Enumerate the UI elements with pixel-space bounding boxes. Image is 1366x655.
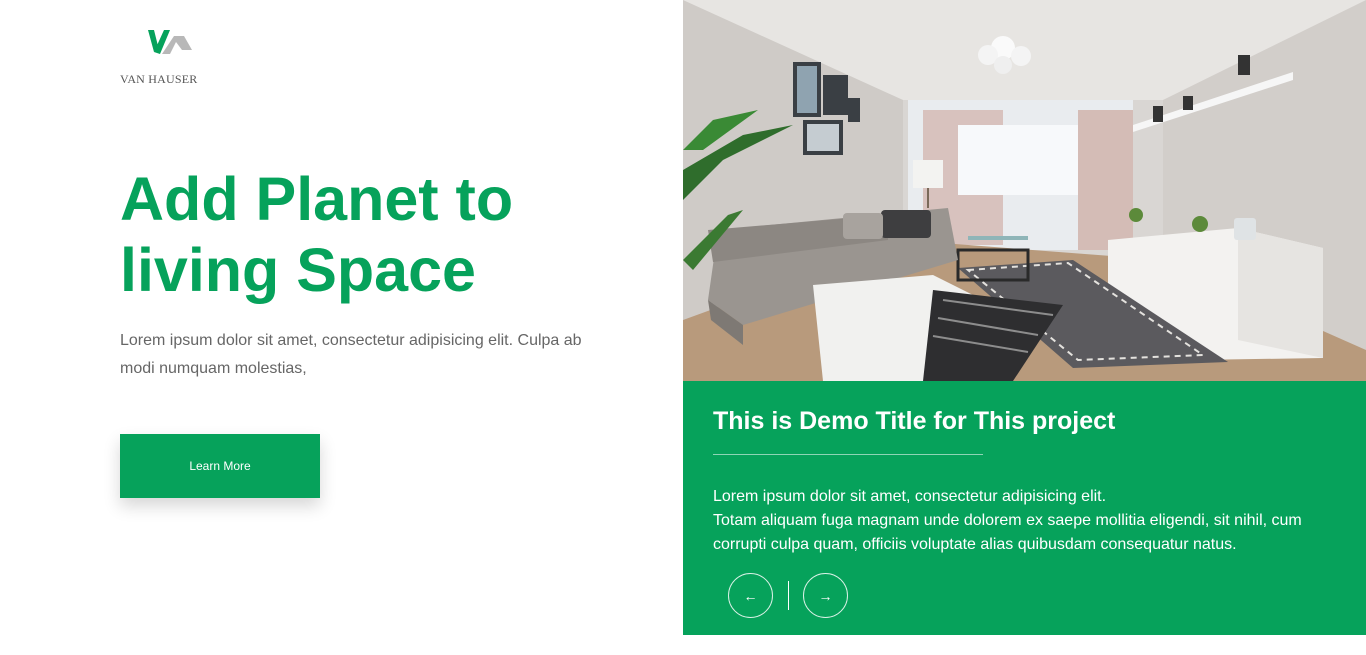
arrow-left-icon: ← (743, 587, 758, 604)
previous-slide-button[interactable]: ← (728, 573, 773, 618)
hero-title-line1: Add Planet to (120, 165, 514, 233)
living-room-photo (683, 0, 1366, 381)
hero-description: Lorem ipsum dolor sit amet, consectetur … (120, 332, 582, 377)
arrow-right-icon: → (818, 587, 833, 604)
project-description-line2: Totam aliquam fuga magnam unde dolorem e… (713, 512, 1302, 553)
project-description-line1: Lorem ipsum dolor sit amet, consectetur … (713, 488, 1107, 505)
project-description: Lorem ipsum dolor sit amet, consectetur … (713, 485, 1333, 557)
brand-logo[interactable]: VAN HAUSER (120, 28, 202, 86)
title-divider (713, 454, 983, 455)
next-slide-button[interactable]: → (803, 573, 848, 618)
project-title: This is Demo Title for This project (713, 407, 1116, 435)
hero-title: Add Planet to living Space (120, 164, 600, 306)
learn-more-button[interactable]: Learn More (120, 434, 320, 498)
brand-name: VAN HAUSER (120, 72, 198, 86)
vh-roof-logo-icon (148, 30, 192, 54)
nav-separator (788, 581, 789, 610)
hero-title-line2: living Space (120, 236, 476, 304)
project-card: This is Demo Title for This project Lore… (683, 381, 1366, 635)
